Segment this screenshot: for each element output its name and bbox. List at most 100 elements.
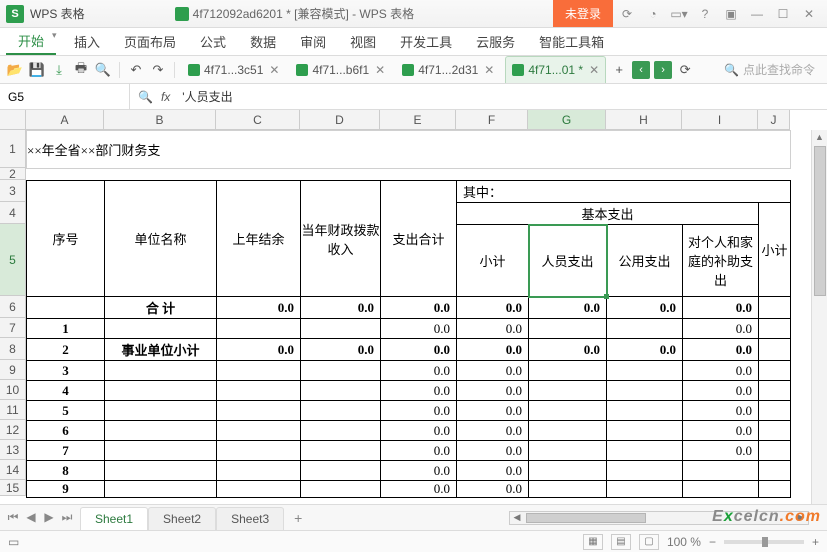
- hdr-zhichu[interactable]: 支出合计: [381, 181, 457, 297]
- cell[interactable]: [607, 441, 683, 461]
- scroll-thumb[interactable]: [526, 513, 646, 523]
- menu-view[interactable]: 视图: [338, 28, 388, 55]
- row-header-11[interactable]: 11: [0, 400, 26, 420]
- hdr-jiben[interactable]: 基本支出: [457, 203, 759, 225]
- cell[interactable]: [301, 381, 381, 401]
- doc-tab-4[interactable]: 4f71...01 *✕: [505, 56, 606, 83]
- row-header-15[interactable]: 15: [0, 480, 26, 496]
- preview-icon[interactable]: 🔍: [94, 61, 112, 79]
- cell[interactable]: 0.0: [381, 421, 457, 441]
- cell[interactable]: [105, 319, 217, 339]
- cell[interactable]: [683, 461, 759, 481]
- sheet-nav-first[interactable]: ⏮: [6, 510, 20, 525]
- cell[interactable]: [529, 401, 607, 421]
- doc-tab-2[interactable]: 4f71...b6f1✕: [290, 56, 392, 83]
- cell[interactable]: [217, 461, 301, 481]
- export-icon[interactable]: ⤓: [50, 61, 68, 79]
- save-icon[interactable]: 💾: [28, 61, 46, 79]
- cell[interactable]: 0.0: [217, 297, 301, 319]
- row-header-3[interactable]: 3: [0, 180, 26, 202]
- cell[interactable]: [607, 319, 683, 339]
- close-button[interactable]: ✕: [797, 2, 821, 26]
- close-icon[interactable]: ✕: [484, 63, 494, 77]
- cell[interactable]: 0.0: [683, 319, 759, 339]
- sync-icon[interactable]: ⟳: [615, 2, 639, 26]
- cell[interactable]: 8: [27, 461, 105, 481]
- cell[interactable]: [529, 381, 607, 401]
- cell[interactable]: [759, 481, 791, 498]
- cell[interactable]: [607, 481, 683, 498]
- row-header-2[interactable]: 2: [0, 168, 26, 180]
- cell[interactable]: [759, 319, 791, 339]
- cell[interactable]: 0.0: [457, 297, 529, 319]
- tab-nav-right[interactable]: ›: [654, 61, 672, 79]
- cell[interactable]: [759, 421, 791, 441]
- sheet-nav-last[interactable]: ⏭: [60, 510, 74, 525]
- fx-icon[interactable]: fx: [161, 90, 170, 104]
- col-header-C[interactable]: C: [216, 110, 300, 130]
- hdr-qizhong[interactable]: 其中：: [457, 181, 791, 203]
- cell[interactable]: 0.0: [217, 339, 301, 361]
- cell[interactable]: [759, 381, 791, 401]
- cell[interactable]: 2: [27, 339, 105, 361]
- command-search[interactable]: 🔍 点此查找命令: [718, 61, 821, 78]
- cell[interactable]: [529, 319, 607, 339]
- add-tab-icon[interactable]: +: [610, 61, 628, 79]
- cell[interactable]: [105, 361, 217, 381]
- row-header-9[interactable]: 9: [0, 360, 26, 380]
- cell[interactable]: [217, 381, 301, 401]
- cell[interactable]: 0.0: [381, 401, 457, 421]
- cell[interactable]: 0.0: [457, 381, 529, 401]
- help-icon[interactable]: ?: [693, 2, 717, 26]
- menu-dev[interactable]: 开发工具: [388, 28, 464, 55]
- zoom-value[interactable]: 100 %: [667, 535, 701, 549]
- close-icon[interactable]: ✕: [269, 63, 279, 77]
- row-header-13[interactable]: 13: [0, 440, 26, 460]
- row-header-1[interactable]: 1: [0, 130, 26, 168]
- cell[interactable]: 0.0: [301, 297, 381, 319]
- cell[interactable]: 0.0: [607, 297, 683, 319]
- sheet-nav-prev[interactable]: ◀: [24, 510, 38, 525]
- login-button[interactable]: 未登录: [553, 0, 613, 27]
- cell[interactable]: 0.0: [683, 381, 759, 401]
- cell[interactable]: 0.0: [683, 441, 759, 461]
- cell[interactable]: 1: [27, 319, 105, 339]
- cell[interactable]: [301, 401, 381, 421]
- cell[interactable]: [217, 441, 301, 461]
- doc-tab-3[interactable]: 4f71...2d31✕: [396, 56, 501, 83]
- cell[interactable]: 0.0: [683, 401, 759, 421]
- cell[interactable]: 0.0: [457, 481, 529, 498]
- cell[interactable]: [759, 441, 791, 461]
- cell[interactable]: [301, 421, 381, 441]
- row-header-5[interactable]: 5: [0, 224, 26, 296]
- cell[interactable]: 9: [27, 481, 105, 498]
- search-icon[interactable]: 🔍: [138, 90, 153, 104]
- tab-nav-left[interactable]: ‹: [632, 61, 650, 79]
- cell-heji[interactable]: 合 计: [105, 297, 217, 319]
- theme-icon[interactable]: ◔: [641, 2, 665, 26]
- add-sheet-icon[interactable]: +: [284, 506, 312, 530]
- hdr-dangnian[interactable]: 当年财政拨款收入: [301, 181, 381, 297]
- zoom-slider[interactable]: [724, 540, 804, 544]
- row-header-10[interactable]: 10: [0, 380, 26, 400]
- col-header-E[interactable]: E: [380, 110, 456, 130]
- cell[interactable]: 0.0: [683, 297, 759, 319]
- cell[interactable]: 0.0: [457, 441, 529, 461]
- wrap-icon[interactable]: ▭▾: [667, 2, 691, 26]
- cell[interactable]: 0.0: [683, 339, 759, 361]
- menu-smart[interactable]: 智能工具箱: [527, 28, 616, 55]
- undo-icon[interactable]: ↶: [127, 61, 145, 79]
- hdr-renyuan[interactable]: 人员支出: [529, 225, 607, 297]
- menu-formula[interactable]: 公式: [188, 28, 238, 55]
- cell[interactable]: [217, 401, 301, 421]
- col-header-I[interactable]: I: [682, 110, 758, 130]
- close-icon[interactable]: ✕: [375, 63, 385, 77]
- cell[interactable]: [607, 421, 683, 441]
- cell[interactable]: [217, 421, 301, 441]
- cell[interactable]: [759, 461, 791, 481]
- cell[interactable]: [301, 481, 381, 498]
- zoom-handle[interactable]: [762, 537, 768, 547]
- feedback-icon[interactable]: ▣: [719, 2, 743, 26]
- cell[interactable]: [529, 441, 607, 461]
- cell[interactable]: [301, 461, 381, 481]
